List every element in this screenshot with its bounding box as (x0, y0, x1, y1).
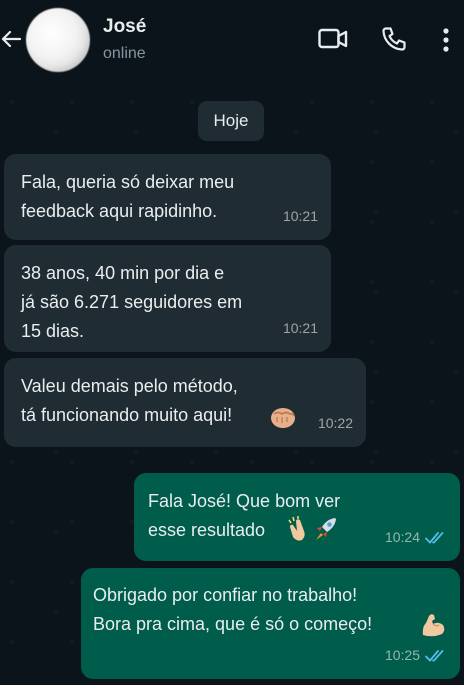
more-vertical-icon[interactable] (436, 26, 456, 54)
message-time: 10:24 (385, 523, 447, 552)
back-arrow-icon[interactable] (0, 28, 22, 50)
video-call-icon[interactable] (318, 26, 348, 52)
message-bubble-incoming[interactable]: Valeu demais pelo método, tá funcionando… (4, 358, 366, 447)
message-text: Valeu demais pelo método, tá funcionando… (21, 376, 238, 425)
message-time: 10:25 (385, 641, 447, 670)
contact-status: online (103, 45, 146, 62)
clapping-hands-emoji-icon (288, 516, 305, 541)
message-bubble-outgoing[interactable]: Fala José! Que bom ver esse resultado 10… (134, 473, 460, 561)
avatar[interactable] (26, 8, 90, 72)
double-check-icon (425, 649, 444, 662)
message-content: Valeu demais pelo método, tá funcionando… (21, 372, 352, 430)
rocket-emoji-icon (316, 518, 336, 540)
message-time: 10:21 (282, 208, 318, 224)
message-content: Obrigado por confiar no trabalho! Bora p… (93, 581, 446, 639)
message-text: Fala, queria só deixar meu feedback aqui… (21, 172, 235, 221)
date-divider: Hoje (198, 101, 264, 141)
message-time: 10:21 (282, 320, 318, 336)
punch-emoji-icon (271, 408, 295, 428)
message-text: Obrigado por confiar no trabalho! Bora p… (93, 585, 373, 634)
chat-header: José online (0, 0, 464, 84)
contact-name: José (103, 16, 147, 37)
contact-info[interactable]: José online (103, 15, 146, 64)
message-bubble-incoming[interactable]: 38 anos, 40 min por dia e já são 6.271 s… (4, 245, 331, 352)
message-time: 10:22 (317, 415, 353, 431)
double-check-icon (425, 531, 444, 544)
message-bubble-outgoing[interactable]: Obrigado por confiar no trabalho! Bora p… (81, 568, 460, 679)
message-text: 38 anos, 40 min por dia e já são 6.271 s… (21, 263, 243, 341)
flexed-biceps-emoji-icon (422, 614, 445, 637)
phone-icon[interactable] (381, 26, 407, 52)
message-bubble-incoming[interactable]: Fala, queria só deixar meu feedback aqui… (4, 154, 331, 240)
